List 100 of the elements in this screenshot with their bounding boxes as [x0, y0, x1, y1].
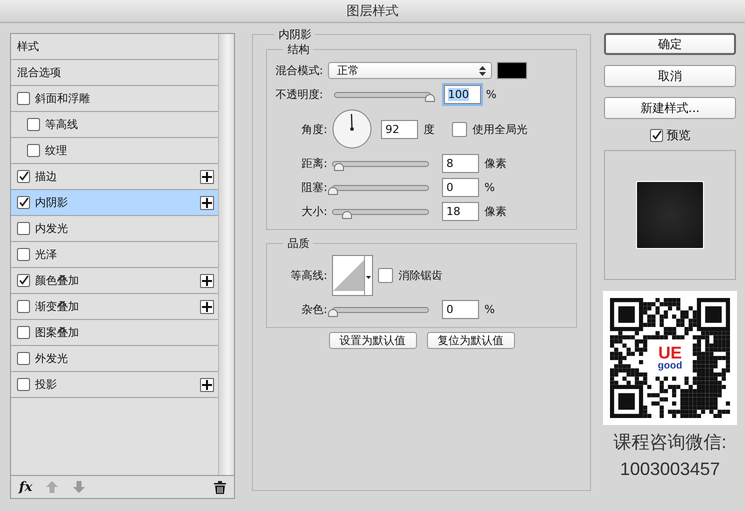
- field-label: 混合模式:: [275, 63, 324, 78]
- style-item[interactable]: 渐变叠加: [11, 294, 218, 320]
- trash-icon[interactable]: [214, 480, 226, 494]
- dialog-button[interactable]: 取消: [604, 65, 736, 87]
- style-item[interactable]: 纹理: [11, 138, 218, 164]
- checkbox[interactable]: [17, 274, 30, 287]
- updown-icon: [479, 66, 486, 76]
- field-label: 等高线:: [290, 268, 328, 282]
- checkbox[interactable]: [17, 300, 30, 313]
- checkbox[interactable]: [27, 144, 40, 157]
- slider-thumb[interactable]: [342, 210, 352, 218]
- default-button[interactable]: 复位为默认值: [426, 332, 515, 349]
- caret-icon: [366, 276, 372, 278]
- input-field[interactable]: 0: [442, 178, 480, 197]
- add-button[interactable]: [200, 274, 214, 288]
- field-label: 角度:: [300, 122, 328, 136]
- slider-thumb[interactable]: [334, 162, 344, 170]
- style-item[interactable]: 等高线: [11, 112, 218, 138]
- contour-picker[interactable]: [332, 254, 374, 296]
- field-label: 大小:: [300, 204, 328, 219]
- checkbox[interactable]: [27, 118, 40, 131]
- unit-label: %: [486, 88, 498, 101]
- style-label: 样式: [17, 39, 40, 54]
- checkbox-label: 消除锯齿: [398, 268, 442, 282]
- style-label: 渐变叠加: [35, 299, 80, 314]
- style-item[interactable]: 内阴影: [11, 190, 218, 216]
- plus-icon: [202, 302, 212, 312]
- style-item[interactable]: 外发光: [11, 346, 218, 372]
- promo-text: 课程咨询微信:: [613, 431, 726, 454]
- checkbox[interactable]: [17, 326, 30, 339]
- logo-text: good: [658, 362, 682, 372]
- style-label: 颜色叠加: [35, 273, 80, 288]
- input-field[interactable]: 8: [442, 154, 480, 173]
- slider-thumb[interactable]: [328, 308, 338, 316]
- group-title: 内阴影: [277, 27, 312, 42]
- checkbox[interactable]: [17, 248, 30, 261]
- unit-label: 像素: [484, 204, 508, 219]
- checkbox[interactable]: [17, 170, 30, 183]
- style-label: 等高线: [45, 117, 79, 132]
- input-field[interactable]: 18: [442, 202, 480, 221]
- preview-swatch: [636, 181, 704, 249]
- style-item[interactable]: 光泽: [11, 242, 218, 268]
- style-label: 纹理: [45, 143, 68, 158]
- checkbox[interactable]: [17, 352, 30, 365]
- slider-thumb[interactable]: [328, 186, 338, 194]
- field-label: 距离:: [300, 156, 328, 171]
- add-button[interactable]: [200, 378, 214, 392]
- plus-icon: [202, 276, 212, 286]
- plus-icon: [202, 198, 212, 208]
- add-button[interactable]: [200, 196, 214, 210]
- style-label: 光泽: [35, 247, 58, 262]
- checkbox[interactable]: [378, 268, 394, 282]
- field-label: 阻塞:: [300, 180, 328, 195]
- plus-icon: [202, 380, 212, 390]
- checkbox-label: 预览: [666, 127, 690, 144]
- style-item[interactable]: 投影: [11, 372, 218, 398]
- unit-label: %: [484, 181, 496, 194]
- style-item[interactable]: 内发光: [11, 216, 218, 242]
- style-label: 投影: [35, 377, 58, 392]
- slider-thumb[interactable]: [425, 94, 436, 102]
- checkbox-label: 使用全局光: [472, 122, 528, 136]
- plus-icon: [202, 172, 212, 182]
- unit-label: 像素: [484, 156, 508, 171]
- default-button[interactable]: 设置为默认值: [328, 332, 417, 349]
- angle-dial[interactable]: [332, 109, 372, 149]
- unit-label: %: [484, 303, 496, 316]
- style-label: 混合选项: [17, 65, 62, 80]
- input-field[interactable]: 100: [444, 85, 482, 104]
- style-label: 内发光: [35, 221, 69, 236]
- color-swatch[interactable]: [497, 62, 528, 79]
- fx-button[interactable]: fx: [19, 480, 32, 494]
- scroll-bar[interactable]: [218, 34, 234, 475]
- promo-number: 1003003457: [620, 459, 720, 480]
- add-button[interactable]: [200, 300, 214, 314]
- dialog-button[interactable]: 确定: [604, 33, 736, 55]
- window-title: 图层样式: [346, 3, 398, 20]
- style-item[interactable]: 颜色叠加: [11, 268, 218, 294]
- style-label: 内阴影: [35, 195, 69, 210]
- field-label: 不透明度:: [275, 87, 324, 102]
- checkbox[interactable]: [650, 129, 662, 142]
- style-label: 外发光: [35, 351, 69, 366]
- checkbox[interactable]: [452, 122, 468, 136]
- style-label: 图案叠加: [35, 325, 80, 340]
- group-title: 结构: [286, 42, 310, 57]
- input-field[interactable]: 92: [381, 120, 418, 138]
- field-label: 杂色:: [300, 302, 328, 317]
- dialog-button[interactable]: 新建样式...: [604, 97, 736, 119]
- input-field[interactable]: 0: [442, 300, 480, 319]
- blend-mode-select[interactable]: 正常: [328, 62, 492, 79]
- checkbox[interactable]: [17, 92, 30, 105]
- logo-text: UE: [658, 344, 682, 362]
- checkbox[interactable]: [17, 222, 30, 235]
- style-label: 描边: [35, 169, 58, 184]
- checkbox[interactable]: [17, 378, 30, 391]
- style-item[interactable]: 图案叠加: [11, 320, 218, 346]
- style-item[interactable]: 斜面和浮雕: [11, 86, 218, 112]
- contour-curve-icon: [333, 260, 364, 290]
- unit-label: 度: [423, 122, 436, 136]
- checkbox[interactable]: [17, 196, 30, 209]
- add-button[interactable]: [200, 170, 214, 184]
